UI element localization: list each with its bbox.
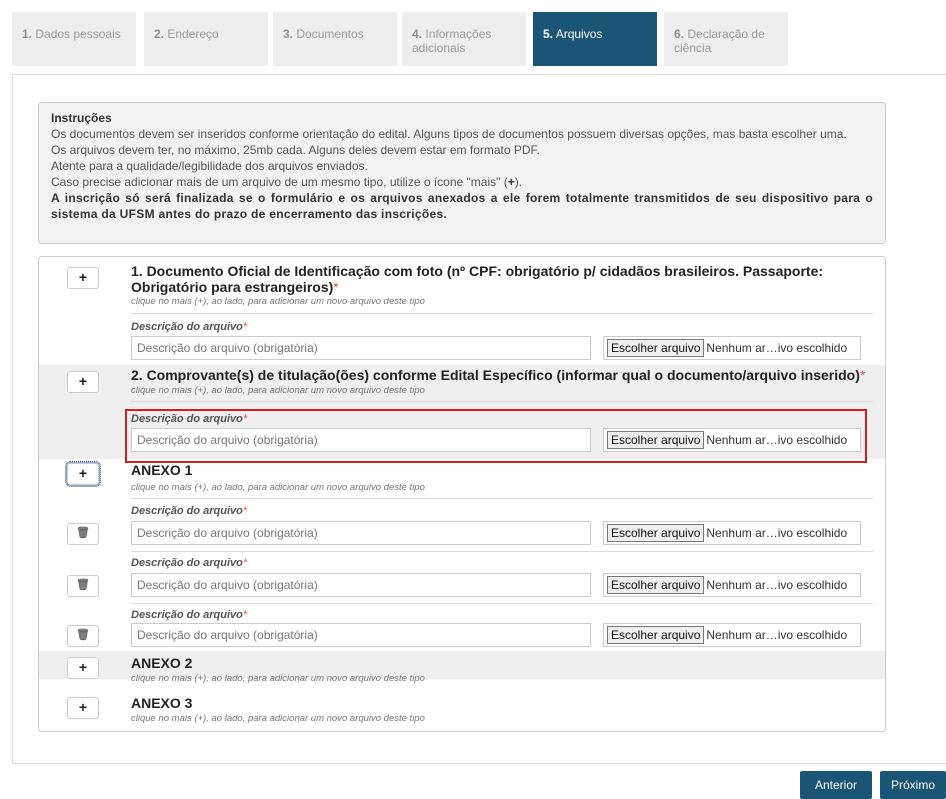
choose-file-button[interactable]: Escolher arquivo [607,576,705,594]
instructions-text: ). [514,175,523,189]
trash-icon: 🗑 [76,527,90,539]
field-label: Descrição do arquivo* [131,321,247,333]
required-mark: * [859,367,866,383]
trash-icon: 🗑 [76,629,90,641]
divider [131,551,873,552]
field-label-text: Descrição do arquivo [131,505,243,517]
tab-number: 5. [543,27,554,41]
tab-arquivos[interactable]: 5. Arquivos [533,12,657,66]
add-file-button[interactable]: + [67,697,99,719]
section-hint: clique no mais (+), ao lado, para adicio… [131,673,425,684]
panel-border-left [12,74,13,764]
tab-number: 2. [154,27,165,41]
field-label-text: Descrição do arquivo [131,557,243,569]
required-mark: * [242,321,248,333]
section-title: 2. Comprovante(s) de titulação(ões) conf… [131,367,865,383]
section-title: ANEXO 2 [131,655,193,671]
file-description-input[interactable]: Descrição do arquivo (obrigatória) [131,336,591,360]
section-title-line: Obrigatório para estrangeiros)* [131,279,823,295]
previous-button[interactable]: Anterior [800,771,872,799]
plus-icon: + [507,175,515,189]
tab-label: Declaração de ciência [674,27,765,55]
no-file-text: Nenhum ar…ivo escolhido [706,578,848,592]
add-file-button[interactable]: + [65,461,101,487]
file-picker[interactable]: Escolher arquivo Nenhum ar…ivo escolhido [603,573,861,597]
choose-file-button[interactable]: Escolher arquivo [607,339,705,357]
delete-file-button[interactable]: 🗑 [67,523,99,545]
panel-border-bottom [12,763,946,764]
trash-icon: 🗑 [76,579,90,591]
field-label: Descrição do arquivo* [131,505,247,517]
tab-label: Endereço [167,27,219,41]
field-label-text: Descrição do arquivo [131,609,243,621]
divider [131,313,873,314]
tab-label: Documentos [296,27,364,41]
add-file-button[interactable]: + [67,267,99,289]
field-label-text: Descrição do arquivo [131,321,243,333]
section-hint: clique no mais (+), ao lado, para adicio… [131,482,425,493]
file-picker[interactable]: Escolher arquivo Nenhum ar…ivo escolhido [603,623,861,647]
section-title: ANEXO 1 [131,462,193,478]
section-hint: clique no mais (+), ao lado, para adicio… [131,713,425,724]
choose-file-button[interactable]: Escolher arquivo [607,524,705,542]
file-description-input[interactable]: Descrição do arquivo (obrigatória) [131,573,591,597]
files-panel: + 1. Documento Oficial de Identificação … [38,256,886,732]
file-picker[interactable]: Escolher arquivo Nenhum ar…ivo escolhido [603,336,861,360]
tab-number: 3. [283,27,294,41]
add-file-button[interactable]: + [67,657,99,679]
section-title: ANEXO 3 [131,695,193,711]
section-hint: clique no mais (+), ao lado, para adicio… [131,385,425,396]
field-label: Descrição do arquivo* [131,557,247,569]
instructions-line: Os documentos devem ser inseridos confor… [51,127,847,141]
divider [131,401,873,402]
divider [131,603,873,604]
tab-informacoes-adicionais[interactable]: 4. Informações adicionais [402,12,526,66]
panel-border-top [12,74,946,75]
required-mark: * [242,557,248,569]
tab-label: Informações adicionais [412,27,492,55]
section-title-line: 1. Documento Oficial de Identificação co… [131,263,824,279]
delete-file-button[interactable]: 🗑 [67,625,99,647]
file-description-input[interactable]: Descrição do arquivo (obrigatória) [131,623,591,647]
divider [131,498,873,499]
tab-number: 1. [22,27,33,41]
section-title-text: Obrigatório para estrangeiros) [131,279,334,295]
add-file-button[interactable]: + [67,371,99,393]
tab-dados-pessoais[interactable]: 1. Dados pessoais [12,12,136,66]
section-hint: clique no mais (+), ao lado, para adicio… [131,296,425,307]
instructions-heading: Instruções [51,111,112,125]
highlight-box [125,409,867,463]
file-description-input[interactable]: Descrição do arquivo (obrigatória) [131,521,591,545]
required-mark: * [333,279,339,295]
instructions-line: Atente para a qualidade/legibilidade dos… [51,159,368,173]
choose-file-button[interactable]: Escolher arquivo [607,626,705,644]
no-file-text: Nenhum ar…ivo escolhido [706,341,848,355]
tab-label: Dados pessoais [35,27,121,41]
field-label: Descrição do arquivo* [131,609,247,621]
instructions-text: Caso precise adicionar mais de um arquiv… [51,175,508,189]
file-picker[interactable]: Escolher arquivo Nenhum ar…ivo escolhido [603,521,861,545]
section-title: 1. Documento Oficial de Identificação co… [131,263,823,295]
no-file-text: Nenhum ar…ivo escolhido [706,526,848,540]
no-file-text: Nenhum ar…ivo escolhido [706,628,848,642]
instructions-line: Caso precise adicionar mais de um arquiv… [51,174,873,190]
tab-number: 4. [412,27,423,41]
instructions-line: Os arquivos devem ter, no máximo, 25mb c… [51,143,540,157]
tab-label: Arquivos [555,27,603,41]
tab-documentos[interactable]: 3. Documentos [273,12,397,66]
required-mark: * [242,609,248,621]
tab-declaracao-ciencia[interactable]: 6. Declaração de ciência [664,12,788,66]
required-mark: * [242,505,248,517]
instructions-warning: A inscrição só será finalizada se o form… [51,191,873,221]
tab-endereco[interactable]: 2. Endereço [144,12,268,66]
tab-number: 6. [674,27,685,41]
instructions-box: Instruções Os documentos devem ser inser… [38,102,886,244]
section-title-text: 2. Comprovante(s) de titulação(ões) conf… [131,367,860,383]
delete-file-button[interactable]: 🗑 [67,575,99,597]
next-button[interactable]: Próximo [880,771,946,799]
